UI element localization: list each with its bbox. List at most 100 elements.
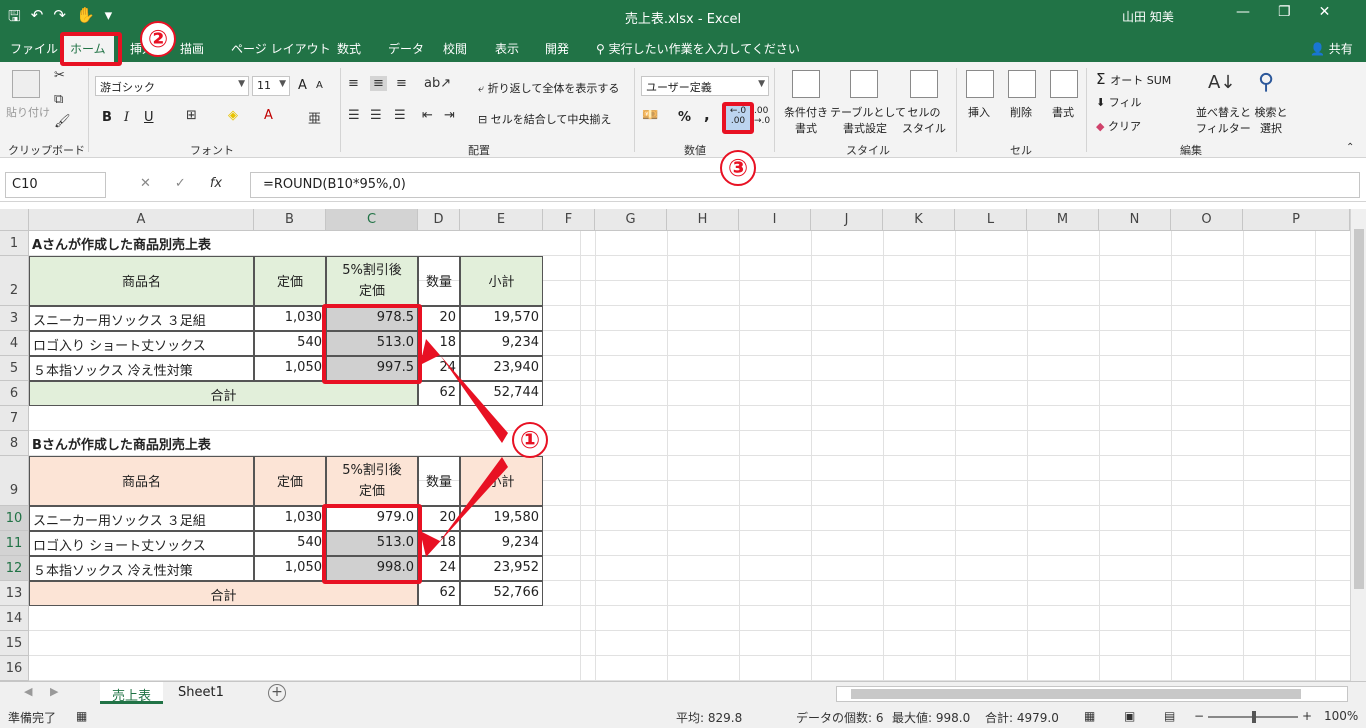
increase-indent-icon[interactable]: ⇥ bbox=[444, 108, 455, 123]
table-a-total-label[interactable]: 合計 bbox=[29, 381, 418, 406]
macro-record-icon[interactable]: ▦ bbox=[76, 709, 87, 723]
tab-file[interactable]: ファイル bbox=[10, 40, 58, 57]
zoom-out-button[interactable]: − bbox=[1194, 709, 1204, 723]
page-break-view-icon[interactable]: ▤ bbox=[1164, 709, 1175, 723]
magnifier-icon[interactable]: ⚲ bbox=[1258, 70, 1274, 95]
font-size-select[interactable]: 11 ▼ bbox=[252, 76, 290, 96]
column-header-b[interactable]: B bbox=[254, 209, 326, 231]
table-a-header-name[interactable]: 商品名 bbox=[29, 256, 254, 306]
phonetic-icon[interactable]: 亜 bbox=[308, 108, 321, 127]
wrap-text-button[interactable]: ⤶ 折り返して全体を表示する bbox=[478, 80, 619, 96]
row-header[interactable]: 14 bbox=[0, 606, 29, 631]
close-button[interactable]: ✕ bbox=[1319, 4, 1331, 20]
row-header[interactable]: 13 bbox=[0, 581, 29, 606]
table-a-row1-price[interactable]: 1,030 bbox=[254, 306, 326, 331]
row-header[interactable]: 5 bbox=[0, 356, 29, 381]
table-a-row3-price[interactable]: 1,050 bbox=[254, 356, 326, 381]
formula-input[interactable]: =ROUND(B10*95%,0) bbox=[250, 172, 1360, 198]
column-header-k[interactable]: K bbox=[883, 209, 955, 231]
tab-view[interactable]: 表示 bbox=[495, 40, 519, 57]
horizontal-scrollbar[interactable] bbox=[836, 686, 1348, 702]
column-header-c[interactable]: C bbox=[326, 209, 418, 231]
decrease-indent-icon[interactable]: ⇤ bbox=[422, 108, 433, 123]
format-painter-icon[interactable]: 🖌 bbox=[54, 114, 71, 129]
vertical-scrollbar[interactable] bbox=[1350, 209, 1366, 681]
restore-button[interactable]: ❐ bbox=[1278, 4, 1291, 20]
table-b-row2-price[interactable]: 540 bbox=[254, 531, 326, 556]
zoom-slider[interactable] bbox=[1208, 711, 1298, 723]
table-a-row2-name[interactable]: ロゴ入り ショート丈ソックス bbox=[29, 331, 254, 356]
column-header-h[interactable]: H bbox=[667, 209, 739, 231]
user-name[interactable]: 山田 知美 bbox=[1122, 8, 1174, 25]
row-header[interactable]: 1 bbox=[0, 231, 29, 256]
tab-page-layout[interactable]: ページ レイアウト bbox=[231, 40, 331, 57]
page-layout-view-icon[interactable]: ▣ bbox=[1124, 709, 1135, 723]
table-a-row3-name[interactable]: ５本指ソックス 冷え性対策 bbox=[29, 356, 254, 381]
autosum-button[interactable]: Σ オート SUM bbox=[1096, 70, 1171, 88]
copy-icon[interactable]: ⧉ bbox=[54, 92, 63, 107]
cell-styles-icon[interactable] bbox=[910, 70, 938, 98]
table-a-header-subtotal[interactable]: 小計 bbox=[460, 256, 543, 306]
table-a-header-qty[interactable]: 数量 bbox=[418, 256, 460, 306]
horizontal-scrollbar-thumb[interactable] bbox=[851, 689, 1301, 699]
comma-style-button[interactable]: , bbox=[704, 106, 710, 124]
format-as-table-button[interactable]: テーブルとして 書式設定 bbox=[830, 104, 906, 136]
table-b-total-label[interactable]: 合計 bbox=[29, 581, 418, 606]
italic-button[interactable]: I bbox=[124, 110, 129, 125]
cell-styles-button[interactable]: セルの スタイル bbox=[900, 104, 948, 136]
table-a-title[interactable]: Aさんが作成した商品別売上表 bbox=[29, 231, 429, 256]
align-right-icon[interactable]: ☰ bbox=[394, 108, 406, 123]
merge-center-button[interactable]: ⊟ セルを結合して中央揃え bbox=[478, 111, 611, 127]
row-header[interactable]: 7 bbox=[0, 406, 29, 431]
tab-draw[interactable]: 描画 bbox=[180, 40, 204, 57]
table-b-total-subtotal[interactable]: 52,766 bbox=[460, 581, 543, 606]
align-center-icon[interactable]: ☰ bbox=[370, 108, 382, 123]
table-a-header-price[interactable]: 定価 bbox=[254, 256, 326, 306]
zoom-level[interactable]: 100% bbox=[1324, 709, 1358, 723]
paste-icon[interactable] bbox=[12, 70, 40, 98]
delete-cells-icon[interactable] bbox=[1008, 70, 1036, 98]
insert-cells-button[interactable]: 挿入 bbox=[968, 104, 990, 120]
cut-icon[interactable]: ✂ bbox=[54, 68, 65, 83]
scroll-sheets-right-icon[interactable]: ▶ bbox=[50, 685, 58, 698]
table-a-row1-subtotal[interactable]: 19,570 bbox=[460, 306, 543, 331]
column-header-j[interactable]: J bbox=[811, 209, 883, 231]
table-a-header-discount[interactable]: 5%割引後 定価 bbox=[326, 256, 418, 306]
row-header[interactable]: 2 bbox=[0, 256, 29, 306]
table-b-row1-name[interactable]: スニーカー用ソックス ３足組 bbox=[29, 506, 254, 531]
column-header-d[interactable]: D bbox=[418, 209, 460, 231]
fill-button[interactable]: ⬇ フィル bbox=[1096, 94, 1142, 110]
decrease-decimal-button[interactable]: .00 →.0 bbox=[754, 106, 770, 126]
name-box[interactable]: C10 bbox=[5, 172, 106, 198]
sheet-tab-sales[interactable]: 売上表 bbox=[100, 682, 164, 704]
align-left-icon[interactable]: ☰ bbox=[348, 108, 360, 123]
zoom-slider-handle[interactable] bbox=[1252, 711, 1256, 723]
column-header-l[interactable]: L bbox=[955, 209, 1027, 231]
font-color-icon[interactable]: A bbox=[264, 108, 273, 123]
row-header[interactable]: 11 bbox=[0, 531, 29, 556]
number-format-select[interactable]: ユーザー定義 ▼ bbox=[641, 76, 769, 96]
tab-formulas[interactable]: 数式 bbox=[337, 40, 361, 57]
table-b-row3-price[interactable]: 1,050 bbox=[254, 556, 326, 581]
format-cells-icon[interactable] bbox=[1050, 70, 1078, 98]
delete-cells-button[interactable]: 削除 bbox=[1010, 104, 1032, 120]
table-b-header-name[interactable]: 商品名 bbox=[29, 456, 254, 506]
font-name-select[interactable]: 游ゴシック ▼ bbox=[95, 76, 249, 96]
row-header[interactable]: 3 bbox=[0, 306, 29, 331]
tell-me-search[interactable]: ⚲ 実行したい作業を入力してください bbox=[596, 40, 800, 57]
column-header-e[interactable]: E bbox=[460, 209, 543, 231]
row-header[interactable]: 10 bbox=[0, 506, 29, 531]
conditional-formatting-icon[interactable] bbox=[792, 70, 820, 98]
borders-icon[interactable]: ⊞ bbox=[186, 108, 197, 123]
row-header[interactable]: 8 bbox=[0, 431, 29, 456]
table-b-row2-name[interactable]: ロゴ入り ショート丈ソックス bbox=[29, 531, 254, 556]
orientation-icon[interactable]: ab↗ bbox=[424, 76, 451, 91]
find-select-button[interactable]: 検索と 選択 bbox=[1254, 104, 1288, 136]
tab-developer[interactable]: 開発 bbox=[545, 40, 569, 57]
sort-filter-icon[interactable]: A↓ bbox=[1208, 72, 1235, 93]
row-header[interactable]: 12 bbox=[0, 556, 29, 581]
paste-button[interactable]: 貼り付け bbox=[6, 104, 50, 120]
column-header-g[interactable]: G bbox=[595, 209, 667, 231]
table-b-title[interactable]: Bさんが作成した商品別売上表 bbox=[29, 431, 429, 456]
tab-review[interactable]: 校閲 bbox=[443, 40, 467, 57]
